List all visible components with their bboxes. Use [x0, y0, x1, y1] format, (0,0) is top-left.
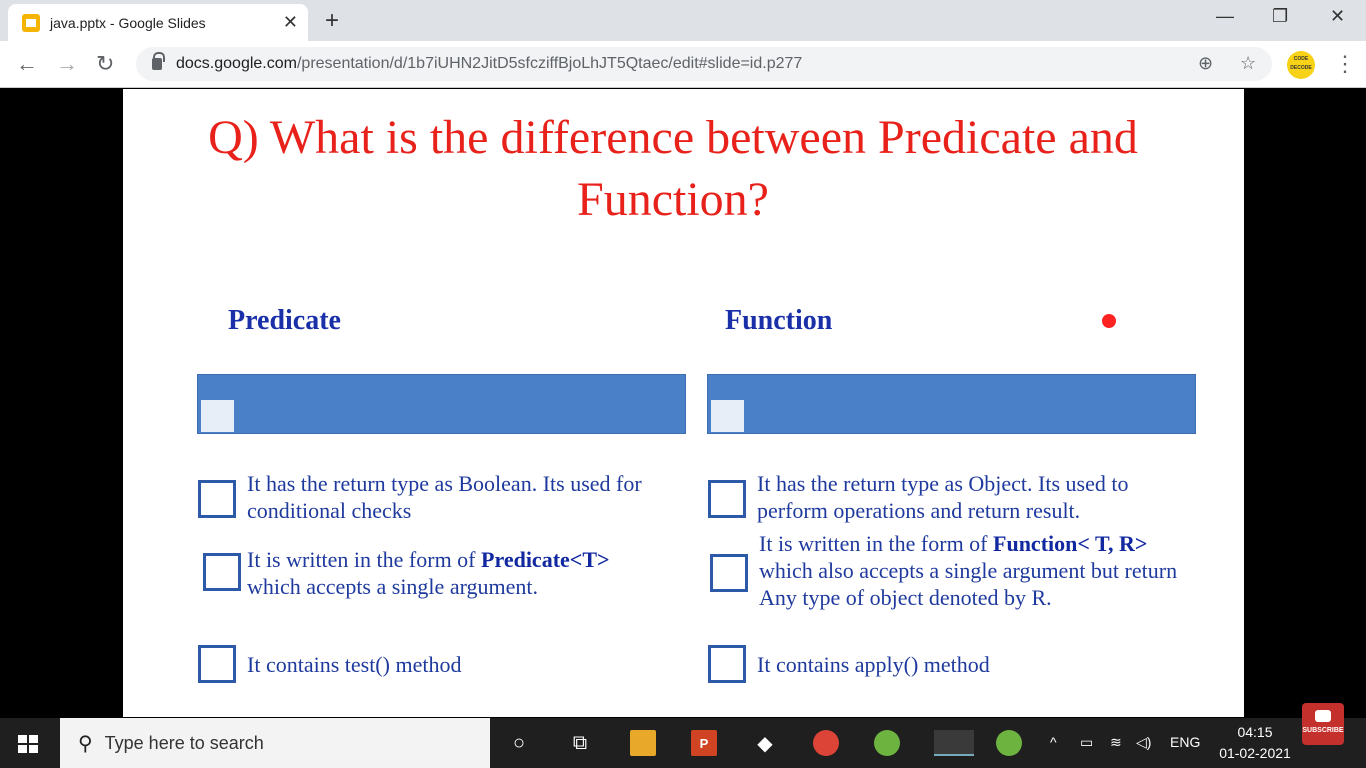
clock-date: 01-02-2021 [1219, 745, 1291, 761]
bar-square [711, 400, 744, 432]
function-item-1: It has the return type as Object. Its us… [757, 471, 1129, 523]
checkbox [708, 480, 746, 518]
windows-taskbar: ⚲ Type here to search ○ ⧉ P ◆ ^ ▭ ≋ ◁) E… [0, 718, 1366, 768]
predicate-item-1: It has the return type as Boolean. Its u… [247, 471, 642, 523]
taskbar-search[interactable]: ⚲ Type here to search [60, 718, 490, 768]
checkbox [710, 554, 748, 592]
back-arrow-icon[interactable]: ← [16, 51, 38, 77]
predicate-item-3: It contains test() method [247, 652, 462, 677]
browser-tab-strip: java.pptx - Google Slides ✕ + — ❐ ✕ [0, 0, 1366, 41]
checkbox [203, 553, 241, 591]
function-item-2: It is written in the form of Function< T… [759, 531, 1178, 610]
chrome-icon[interactable] [813, 730, 839, 756]
slide-title: Q) What is the difference between Predic… [208, 111, 1138, 226]
presentation-slide: Q) What is the difference between Predic… [123, 89, 1244, 717]
laser-pointer-dot [1102, 314, 1116, 328]
google-slides-icon [22, 13, 40, 32]
predicate-heading: Predicate [228, 305, 341, 336]
app-icon[interactable]: ◆ [752, 730, 778, 756]
zoom-icon[interactable]: ⊕ [1198, 53, 1213, 74]
function-heading: Function [725, 305, 833, 336]
bar-square [201, 400, 234, 432]
search-placeholder: Type here to search [104, 732, 264, 753]
search-icon: ⚲ [78, 732, 93, 755]
tab-close-icon[interactable]: ✕ [283, 12, 298, 33]
tray-chevron-icon[interactable]: ^ [1050, 734, 1057, 750]
cortana-icon[interactable]: ○ [506, 730, 532, 756]
battery-icon[interactable]: ▭ [1080, 734, 1093, 751]
clock-time: 04:15 [1237, 724, 1273, 740]
browser-toolbar: ← → ↻ docs.google.com/presentation/d/1b7… [0, 41, 1366, 88]
restore-button[interactable]: ❐ [1272, 6, 1288, 27]
file-explorer-icon[interactable] [630, 730, 656, 756]
checkbox [198, 645, 236, 683]
reload-icon[interactable]: ↻ [96, 51, 114, 77]
powerpoint-icon[interactable]: P [691, 730, 717, 756]
volume-icon[interactable]: ◁) [1136, 734, 1151, 751]
function-header-bar [707, 374, 1196, 434]
checkbox [708, 645, 746, 683]
spring-tool-icon-2[interactable] [996, 730, 1022, 756]
youtube-subscribe-badge[interactable]: SUBSCRIBE [1302, 703, 1344, 745]
checkbox [198, 480, 236, 518]
address-bar[interactable]: docs.google.com/presentation/d/1b7iUHN2J… [136, 47, 1272, 81]
forward-arrow-icon[interactable]: → [56, 51, 78, 77]
language-indicator[interactable]: ENG [1170, 734, 1200, 750]
url-text: docs.google.com/presentation/d/1b7iUHN2J… [176, 55, 803, 72]
browser-tab[interactable]: java.pptx - Google Slides ✕ [8, 4, 308, 41]
predicate-header-bar [197, 374, 686, 434]
new-tab-button[interactable]: + [325, 7, 339, 35]
profile-avatar[interactable]: CODE DECODE [1287, 51, 1315, 79]
tab-title: java.pptx - Google Slides [50, 14, 206, 31]
function-item-3: It contains apply() method [757, 652, 990, 677]
wifi-icon[interactable]: ≋ [1110, 734, 1122, 751]
chrome-active-icon[interactable] [934, 730, 974, 756]
menu-dots-icon[interactable]: ⋮ [1334, 51, 1356, 77]
bookmark-star-icon[interactable]: ☆ [1240, 53, 1256, 74]
windows-start-icon[interactable] [18, 735, 38, 753]
close-window-button[interactable]: ✕ [1330, 6, 1345, 27]
spring-tool-icon[interactable] [874, 730, 900, 756]
lock-icon [152, 52, 165, 70]
clock[interactable]: 04:15 01-02-2021 [1212, 722, 1298, 764]
task-view-icon[interactable]: ⧉ [567, 730, 593, 756]
predicate-item-2: It is written in the form of Predicate<T… [247, 547, 610, 599]
minimize-button[interactable]: — [1216, 6, 1234, 27]
